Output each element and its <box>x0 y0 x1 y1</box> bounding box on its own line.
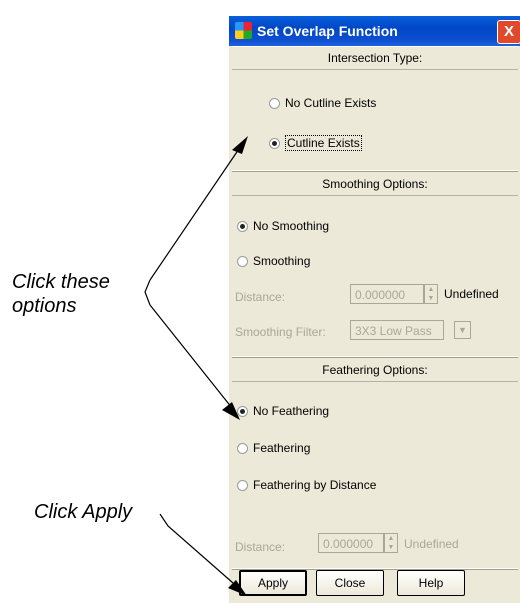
smoothing-options-section: Smoothing Options: No Smoothing Smoothin… <box>232 170 518 358</box>
option-label: Feathering <box>253 441 311 455</box>
radio-no-feathering[interactable]: No Feathering <box>237 403 329 419</box>
radio-smoothing[interactable]: Smoothing <box>237 253 310 269</box>
smoothing-filter-label: Smoothing Filter: <box>235 325 326 339</box>
intersection-type-section: Intersection Type: No Cutline Exists Cut… <box>232 46 518 172</box>
option-label: No Smoothing <box>253 219 330 233</box>
option-label: No Cutline Exists <box>285 96 377 110</box>
callout-line-bracket <box>144 279 151 306</box>
dropdown-arrow-icon[interactable]: ▼ <box>454 321 471 339</box>
smoothing-options-header: Smoothing Options: <box>232 173 518 196</box>
radio-icon <box>237 256 248 267</box>
radio-feathering[interactable]: Feathering <box>237 440 310 456</box>
feathering-distance-unit: Undefined <box>404 537 459 551</box>
radio-icon <box>269 138 280 149</box>
dialog-title: Set Overlap Function <box>257 23 398 39</box>
option-label: No Feathering <box>253 404 330 418</box>
annotation-click-apply: Click Apply <box>34 501 133 523</box>
spinner-icon[interactable]: ▲ ▼ <box>424 284 438 304</box>
smoothing-distance-unit: Undefined <box>444 287 499 301</box>
radio-icon <box>237 221 248 232</box>
option-label: Feathering by Distance <box>253 478 377 492</box>
annotation-options: options <box>12 295 77 317</box>
app-icon <box>235 22 252 39</box>
annotation-click-these: Click these <box>12 271 110 293</box>
radio-icon <box>237 406 248 417</box>
radio-feathering-by-distance[interactable]: Feathering by Distance <box>237 477 376 493</box>
intersection-type-header: Intersection Type: <box>232 47 518 70</box>
callout-line-to-feathering <box>149 304 237 414</box>
help-button[interactable]: Help <box>397 570 465 596</box>
feathering-options-section: Feathering Options: No Feathering Feathe… <box>232 356 518 570</box>
radio-icon <box>237 443 248 454</box>
title-bar[interactable]: Set Overlap Function X <box>229 16 520 46</box>
feathering-distance-label: Distance: <box>235 540 286 554</box>
spinner-icon[interactable]: ▲ ▼ <box>384 533 398 553</box>
close-icon[interactable]: X <box>497 20 520 44</box>
radio-no-smoothing[interactable]: No Smoothing <box>237 218 329 234</box>
radio-no-cutline-exists[interactable]: No Cutline Exists <box>269 95 376 111</box>
radio-icon <box>269 98 280 109</box>
feathering-options-header: Feathering Options: <box>232 359 518 382</box>
apply-button[interactable]: Apply <box>239 570 307 596</box>
close-button[interactable]: Close <box>316 570 384 596</box>
radio-icon <box>237 480 248 491</box>
smoothing-filter-select[interactable]: 3X3 Low Pass <box>350 320 444 340</box>
option-label: Cutline Exists <box>285 135 362 151</box>
set-overlap-function-dialog: Set Overlap Function X Intersection Type… <box>229 16 520 603</box>
smoothing-distance-label: Distance: <box>235 290 286 304</box>
smoothing-distance-input[interactable]: 0.000000 <box>350 284 424 304</box>
option-label: Smoothing <box>253 254 311 268</box>
radio-cutline-exists[interactable]: Cutline Exists <box>269 135 362 151</box>
feathering-distance-input[interactable]: 0.000000 <box>318 533 384 553</box>
